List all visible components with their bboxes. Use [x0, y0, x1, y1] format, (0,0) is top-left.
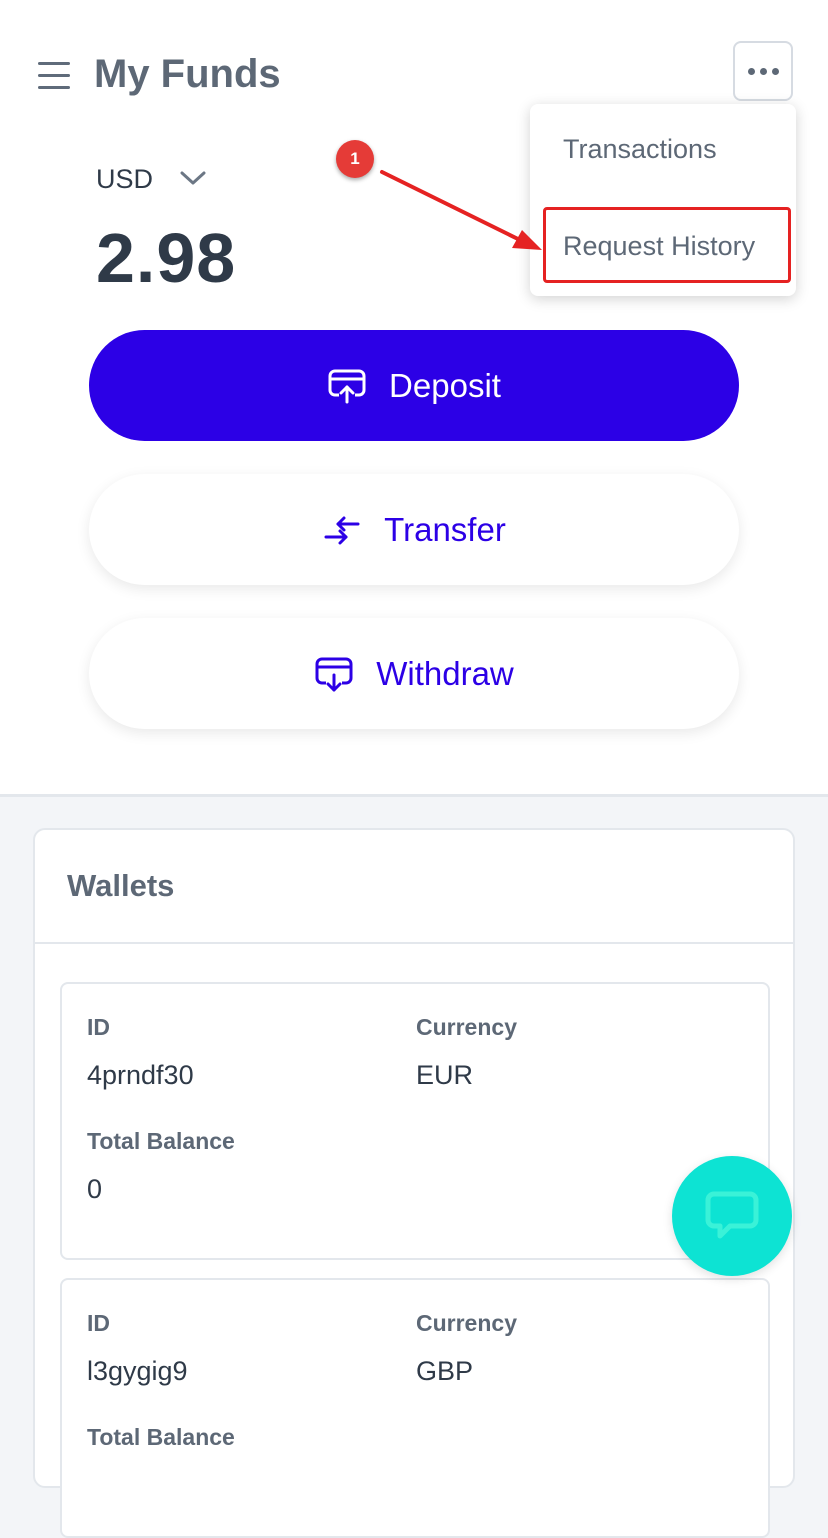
menu-item-transactions[interactable]: Transactions: [563, 134, 717, 165]
withdraw-icon: [314, 655, 354, 693]
deposit-button[interactable]: Deposit: [89, 330, 739, 441]
wallet-balance-value: 0: [87, 1174, 103, 1204]
transfer-button[interactable]: Transfer: [89, 474, 739, 585]
withdraw-button[interactable]: Withdraw: [89, 618, 739, 729]
deposit-label: Deposit: [389, 366, 501, 404]
annotation-step-badge: 1: [336, 140, 374, 178]
withdraw-label: Withdraw: [376, 654, 514, 692]
wallet-item[interactable]: ID l3gygig9 Currency GBP Total Balance: [60, 1278, 770, 1538]
wallets-card: Wallets ID 4prndf30 Currency EUR Total B…: [33, 828, 795, 1538]
chevron-down-icon[interactable]: [180, 168, 206, 188]
more-options-button[interactable]: [733, 41, 793, 101]
wallet-id-value: 4prndf30: [87, 1060, 194, 1090]
wallets-divider: [35, 942, 793, 944]
section-divider: [0, 794, 828, 797]
annotation-arrow-icon: [380, 170, 542, 250]
wallet-id-value: l3gygig9: [87, 1356, 188, 1386]
wallet-id-label: ID: [87, 1014, 110, 1040]
page-title: My Funds: [94, 52, 281, 96]
transfer-label: Transfer: [384, 510, 506, 548]
chat-button[interactable]: [672, 1156, 792, 1276]
wallet-id-label: ID: [87, 1310, 110, 1336]
wallet-currency-value: EUR: [416, 1060, 474, 1090]
annotation-highlight-box: [543, 207, 791, 283]
transfer-arrows-icon: [322, 513, 362, 547]
wallet-item[interactable]: ID 4prndf30 Currency EUR Total Balance 0: [60, 982, 770, 1260]
hamburger-icon[interactable]: [38, 62, 70, 90]
wallets-title: Wallets: [67, 868, 175, 903]
deposit-icon: [327, 367, 367, 405]
currency-selector[interactable]: USD: [96, 164, 153, 195]
wallet-currency-label: Currency: [416, 1014, 517, 1040]
wallet-currency-label: Currency: [416, 1310, 517, 1336]
wallet-balance-label: Total Balance: [87, 1128, 235, 1154]
more-horizontal-icon: [747, 67, 755, 75]
balance-amount: 2.98: [96, 219, 237, 297]
wallet-balance-label: Total Balance: [87, 1424, 235, 1450]
chat-bubble-icon: [705, 1191, 759, 1239]
wallet-currency-value: GBP: [416, 1356, 474, 1386]
